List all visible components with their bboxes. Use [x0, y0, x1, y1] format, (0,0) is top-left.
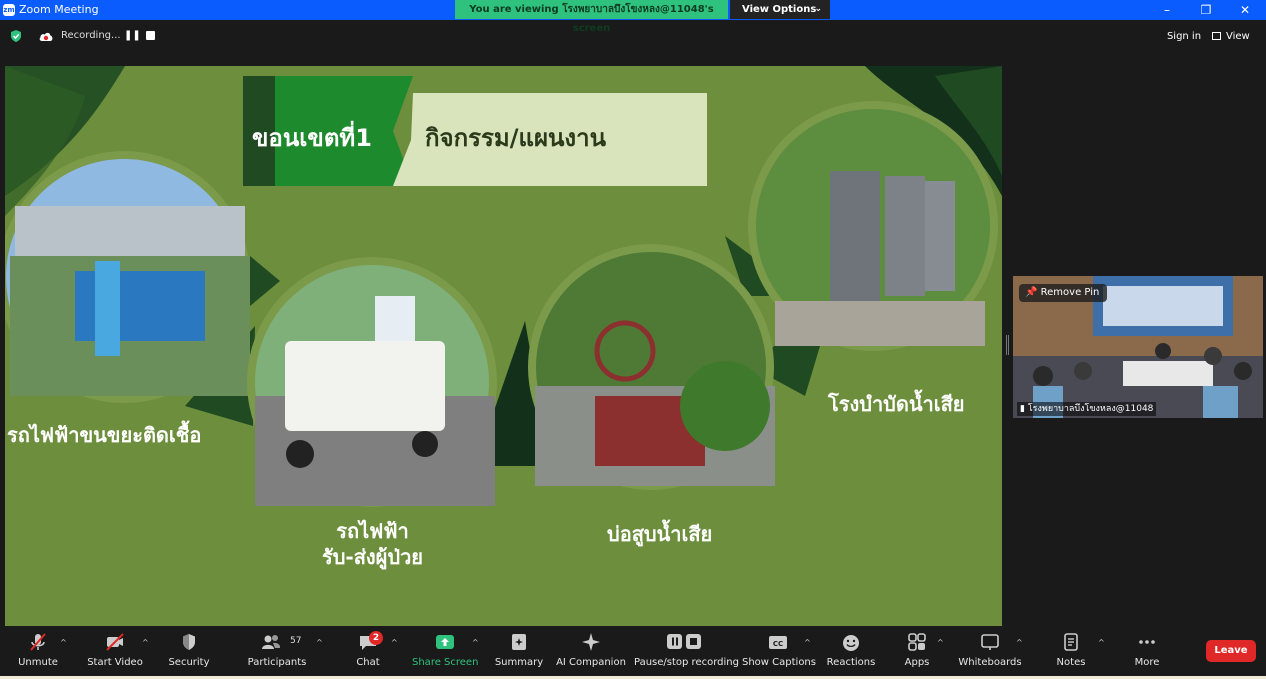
pause-recording-icon[interactable]: ❚❚ — [124, 28, 141, 44]
security-label: Security — [168, 657, 210, 668]
video-off-icon — [106, 633, 124, 651]
cloud-recording-icon — [39, 32, 53, 41]
pause-stop-recording-label: Pause/stop recording — [634, 657, 739, 668]
caption-ev-waste: รถไฟฟ้าขนขยะติดเชื้อ — [7, 423, 202, 447]
reactions-label: Reactions — [826, 657, 876, 668]
captions-caret-icon[interactable]: ^ — [804, 638, 811, 647]
microphone-muted-icon — [30, 633, 46, 651]
pin-icon: 📌 — [1025, 287, 1038, 298]
view-button[interactable]: View — [1212, 28, 1260, 46]
chat-button[interactable]: 2 Chat — [350, 626, 386, 672]
participant-video-tile[interactable]: 📌 Remove Pin ▮ โรงพยาบาลบึงโขงหลง@11048 — [1013, 276, 1263, 418]
pause-stop-icon — [667, 634, 701, 649]
view-layout-icon — [1212, 32, 1221, 40]
zoom-logo-icon: zm — [3, 4, 15, 16]
chat-caret-icon[interactable]: ^ — [391, 638, 398, 647]
remove-pin-label: Remove Pin — [1040, 287, 1100, 298]
share-screen-button[interactable]: Share Screen — [412, 626, 478, 672]
pause-stop-recording-button[interactable]: Pause/stop recording — [634, 626, 739, 672]
apps-label: Apps — [904, 657, 930, 668]
ai-companion-button[interactable]: AI Companion — [556, 626, 626, 672]
svg-text:CC: CC — [773, 640, 783, 648]
minimize-button[interactable]: – — [1157, 2, 1177, 18]
whiteboard-icon — [981, 634, 999, 650]
apps-caret-icon[interactable]: ^ — [937, 638, 944, 647]
audio-options-caret-icon[interactable]: ^ — [60, 638, 67, 647]
share-screen-icon — [436, 635, 454, 649]
share-screen-label: Share Screen — [412, 657, 479, 668]
leave-button[interactable]: Leave — [1206, 640, 1256, 662]
unmute-button[interactable]: Unmute — [14, 626, 62, 672]
whiteboards-label: Whiteboards — [958, 657, 1022, 668]
restore-button[interactable]: ❐ — [1196, 2, 1216, 18]
signal-bars-icon: ▮ — [1020, 404, 1025, 414]
caption-ev-patient-line2: รับ-ส่งผู้ป่วย — [321, 545, 424, 569]
view-options-button[interactable]: View Options ⌄ — [730, 0, 830, 19]
participant-name-label: โรงพยาบาลบึงโขงหลง@11048 — [1027, 404, 1154, 414]
caption-wastewater-pit: บ่อสูบน้ำเสีย — [607, 522, 713, 546]
whiteboards-button[interactable]: Whiteboards — [958, 626, 1022, 672]
more-button[interactable]: More — [1126, 626, 1168, 672]
whiteboards-caret-icon[interactable]: ^ — [1016, 638, 1023, 647]
participants-count: 57 — [290, 636, 302, 646]
view-label: View — [1226, 31, 1250, 42]
participants-caret-icon[interactable]: ^ — [316, 638, 323, 647]
show-captions-label: Show Captions — [742, 657, 816, 668]
shared-screen-slide: ขอนเขตที่1 กิจกรรม/แผนงาน รถไฟฟ้าขนขยะติ… — [5, 66, 1002, 626]
start-video-label: Start Video — [87, 657, 143, 668]
chevron-down-icon: ⌄ — [814, 4, 822, 14]
more-dots-icon — [1139, 640, 1155, 644]
participants-button[interactable]: 57 Participants — [246, 626, 308, 672]
close-button[interactable]: ✕ — [1235, 2, 1255, 18]
viewing-screen-banner: You are viewing โรงพยาบาลบึงโขงหลง@11048… — [455, 0, 728, 34]
video-options-caret-icon[interactable]: ^ — [142, 638, 149, 647]
participants-icon — [261, 635, 280, 649]
stop-recording-icon[interactable] — [146, 31, 155, 40]
view-options-label: View Options — [742, 4, 817, 15]
apps-button[interactable]: Apps — [898, 626, 936, 672]
show-captions-button[interactable]: CC Show Captions — [742, 626, 816, 672]
notes-icon — [1064, 633, 1078, 651]
participant-name: ▮ โรงพยาบาลบึงโขงหลง@11048 — [1017, 402, 1157, 416]
sparkle-icon — [582, 633, 600, 651]
window-title-bar: zm Zoom Meeting You are viewing โรงพยาบา… — [0, 0, 1266, 34]
window-title: Zoom Meeting — [19, 3, 99, 16]
share-options-caret-icon[interactable]: ^ — [472, 638, 479, 647]
shield-check-icon[interactable] — [9, 29, 23, 43]
apps-icon — [908, 633, 926, 651]
captions-icon: CC — [769, 636, 787, 649]
sign-in-button[interactable]: Sign in — [1162, 28, 1206, 46]
shield-icon — [183, 634, 195, 650]
notes-label: Notes — [1056, 657, 1086, 668]
ai-companion-label: AI Companion — [556, 657, 626, 668]
caption-ev-patient: รถไฟฟ้า รับ-ส่งผู้ป่วย — [305, 518, 440, 570]
more-label: More — [1134, 657, 1160, 668]
notes-button[interactable]: Notes — [1050, 626, 1092, 672]
remove-pin-button[interactable]: 📌 Remove Pin — [1019, 284, 1108, 302]
panel-resize-handle[interactable] — [1006, 335, 1009, 355]
participants-label: Participants — [247, 657, 307, 668]
chat-label: Chat — [356, 657, 380, 668]
slide-title-region: ขอนเขตที่1 — [252, 124, 372, 152]
meeting-toolbar: Unmute ^ Start Video ^ Security 57 Parti… — [0, 626, 1266, 679]
caption-wastewater-plant: โรงบำบัดน้ำเสีย — [828, 392, 965, 416]
summary-icon — [512, 634, 526, 650]
slide-title-activities: กิจกรรม/แผนงาน — [425, 124, 607, 152]
security-button[interactable]: Security — [166, 626, 212, 672]
caption-ev-patient-line1: รถไฟฟ้า — [336, 519, 409, 543]
chat-unread-badge: 2 — [369, 631, 383, 645]
smiley-icon — [843, 635, 859, 651]
start-video-button[interactable]: Start Video — [84, 626, 146, 672]
reactions-button[interactable]: Reactions — [826, 626, 876, 672]
summary-button[interactable]: Summary — [494, 626, 544, 672]
unmute-label: Unmute — [18, 657, 58, 668]
recording-status: Recording... — [61, 30, 121, 41]
summary-label: Summary — [494, 657, 544, 668]
notes-caret-icon[interactable]: ^ — [1098, 638, 1105, 647]
